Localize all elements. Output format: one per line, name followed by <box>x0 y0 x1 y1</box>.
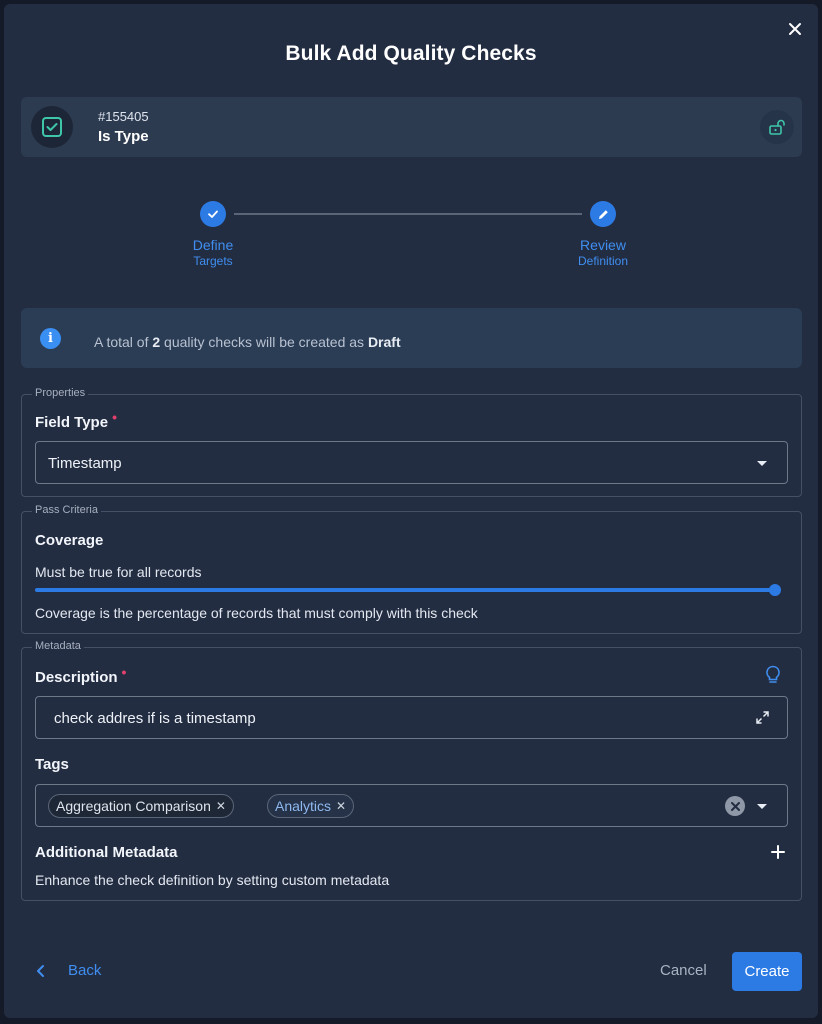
metadata-section: Metadata Description • check addres if is… <box>21 640 802 901</box>
tags-label: Tags <box>35 756 69 773</box>
info-icon: i <box>40 328 61 349</box>
step-subtitle: Targets <box>193 254 233 268</box>
close-icon <box>730 801 740 811</box>
step-title: Define <box>192 237 234 253</box>
unlock-button[interactable] <box>760 110 794 144</box>
description-label-text: Description <box>35 669 118 686</box>
tags-select[interactable]: Aggregation Comparison ✕ Analytics ✕ <box>35 784 788 827</box>
field-type-label-text: Field Type <box>35 414 109 431</box>
step-define-targets[interactable]: Define Targets <box>163 237 263 269</box>
required-indicator: • <box>121 664 127 680</box>
info-count: 2 <box>152 334 161 350</box>
info-prefix: A total of <box>94 334 153 350</box>
back-button[interactable]: Back <box>35 962 101 979</box>
chevron-down-icon <box>757 461 767 466</box>
step-define-targets-indicator[interactable] <box>200 201 226 227</box>
coverage-value-text: Must be true for all records <box>35 564 202 580</box>
properties-legend: Properties <box>32 387 89 399</box>
required-indicator: • <box>112 409 117 425</box>
check-card: #155405 Is Type <box>21 97 802 157</box>
coverage-help-text: Coverage is the percentage of records th… <box>35 605 478 621</box>
description-label: Description • <box>35 664 126 686</box>
coverage-slider-track[interactable] <box>35 588 775 592</box>
properties-section: Properties Field Type • Timestamp <box>21 387 802 497</box>
chevron-down-icon[interactable] <box>757 804 767 809</box>
pencil-icon <box>598 209 608 219</box>
check-icon <box>208 210 218 218</box>
field-type-select[interactable]: Timestamp <box>35 441 788 484</box>
tag-chip-label: Aggregation Comparison <box>56 798 211 814</box>
coverage-slider-thumb[interactable] <box>769 584 781 596</box>
pass-criteria-legend: Pass Criteria <box>32 504 101 516</box>
tag-chip[interactable]: Analytics ✕ <box>267 794 355 818</box>
additional-metadata-help: Enhance the check definition by setting … <box>35 872 390 888</box>
field-type-label: Field Type • <box>35 409 117 431</box>
suggestion-button[interactable] <box>765 665 781 690</box>
check-name: Is Type <box>98 128 149 145</box>
info-middle: quality checks will be created as <box>160 334 368 350</box>
back-label: Back <box>68 962 102 979</box>
info-banner: i A total of 2 quality checks will be cr… <box>21 308 802 368</box>
tag-chip[interactable]: Aggregation Comparison ✕ <box>48 794 234 818</box>
description-value: check addres if is a timestamp <box>54 710 256 727</box>
pass-criteria-section: Pass Criteria Coverage Must be true for … <box>21 504 802 634</box>
chevron-left-icon <box>37 964 44 977</box>
coverage-label: Coverage <box>35 532 104 549</box>
stepper-connector <box>234 213 582 215</box>
close-icon <box>789 23 801 35</box>
lightbulb-icon <box>766 665 780 683</box>
plus-icon <box>771 845 785 859</box>
check-type-badge <box>31 106 73 148</box>
field-type-value: Timestamp <box>48 455 122 472</box>
metadata-legend: Metadata <box>32 640 84 652</box>
description-input[interactable]: check addres if is a timestamp <box>35 696 788 739</box>
bulk-add-modal: Bulk Add Quality Checks #155405 Is Type <box>4 4 818 1018</box>
chip-remove-icon[interactable]: ✕ <box>216 795 226 817</box>
close-button[interactable] <box>784 18 806 40</box>
step-subtitle: Definition <box>577 254 629 268</box>
clear-tags-button[interactable] <box>725 796 745 816</box>
chip-remove-icon[interactable]: ✕ <box>336 795 346 817</box>
expand-icon[interactable] <box>756 711 769 724</box>
check-id: #155405 <box>98 109 149 124</box>
info-status: Draft <box>367 334 401 350</box>
unlock-icon <box>769 119 785 135</box>
step-review-definition-indicator[interactable] <box>590 201 616 227</box>
additional-metadata-label: Additional Metadata <box>35 844 178 861</box>
create-button[interactable]: Create <box>732 952 802 991</box>
add-metadata-button[interactable] <box>771 845 785 864</box>
info-text: A total of 2 quality checks will be crea… <box>94 334 401 350</box>
step-title: Review <box>580 237 626 253</box>
tag-chip-label: Analytics <box>275 798 332 814</box>
cancel-button[interactable]: Cancel <box>660 962 707 979</box>
step-review-definition[interactable]: Review Definition <box>553 237 653 269</box>
modal-title: Bulk Add Quality Checks <box>285 42 537 65</box>
checkbox-edit-icon <box>42 117 62 137</box>
